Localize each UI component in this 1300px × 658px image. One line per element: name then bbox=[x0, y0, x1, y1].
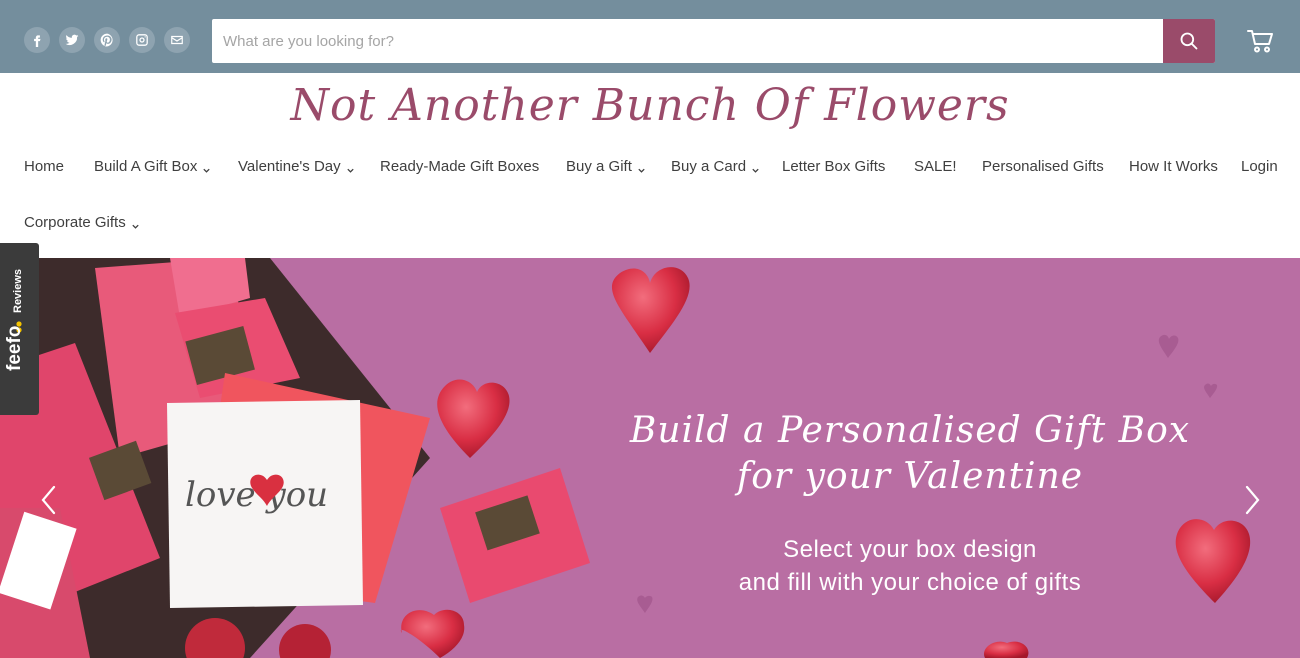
search-button[interactable] bbox=[1163, 19, 1215, 63]
twitter-link[interactable] bbox=[59, 27, 85, 53]
slide-next-button[interactable] bbox=[1240, 483, 1264, 517]
nav-item-corporate-gifts[interactable]: Corporate Gifts bbox=[24, 214, 140, 231]
chevron-left-icon bbox=[41, 485, 56, 515]
nav-item-buy-a-card[interactable]: Buy a Card bbox=[671, 158, 760, 175]
search-bar bbox=[212, 19, 1215, 63]
hero-banner[interactable]: love you Build a Personalised Gift Box f… bbox=[0, 258, 1300, 658]
nav-item-login[interactable]: Login bbox=[1241, 158, 1278, 175]
pinterest-icon bbox=[100, 33, 113, 47]
instagram-link[interactable] bbox=[129, 27, 155, 53]
search-input[interactable] bbox=[212, 19, 1163, 63]
nav-item-label: Ready-Made Gift Boxes bbox=[380, 157, 540, 175]
instagram-icon bbox=[136, 34, 148, 46]
chevron-down-icon bbox=[751, 162, 760, 173]
hero-subtitle-line: and fill with your choice of gifts bbox=[738, 569, 1082, 596]
nav-item-label: How It Works bbox=[1129, 157, 1218, 175]
nav-item-label: Buy a Gift bbox=[566, 157, 632, 175]
nav-item-label: Buy a Card bbox=[671, 157, 747, 175]
hero-title: Build a Personalised Gift Box for your V… bbox=[560, 408, 1260, 500]
email-link[interactable] bbox=[164, 27, 190, 53]
facebook-link[interactable] bbox=[24, 27, 50, 53]
cart-icon[interactable] bbox=[1246, 28, 1274, 54]
chevron-right-icon bbox=[1245, 485, 1260, 515]
facebook-icon bbox=[34, 35, 41, 47]
nav-item-label: Login bbox=[1241, 157, 1278, 175]
hero-subtitle: Select your box design and fill with you… bbox=[560, 533, 1260, 599]
chevron-down-icon bbox=[346, 162, 355, 173]
pinterest-link[interactable] bbox=[94, 27, 120, 53]
chevron-down-icon bbox=[637, 162, 646, 173]
nav-item-personalised-gifts[interactable]: Personalised Gifts bbox=[982, 158, 1104, 175]
slide-prev-button[interactable] bbox=[37, 483, 61, 517]
nav-item-buy-a-gift[interactable]: Buy a Gift bbox=[566, 158, 646, 175]
feefo-reviews-tab[interactable]: Reviews feefo bbox=[0, 243, 39, 415]
hero-title-line: for your Valentine bbox=[736, 456, 1084, 497]
nav-item-ready-made-gift-boxes[interactable]: Ready-Made Gift Boxes bbox=[380, 158, 539, 175]
nav-item-label: Home bbox=[24, 157, 65, 175]
nav-item-label: Personalised Gifts bbox=[982, 157, 1104, 175]
search-icon bbox=[1180, 32, 1198, 50]
nav-item-label: Corporate Gifts bbox=[24, 213, 126, 231]
nav-item-sale[interactable]: SALE! bbox=[914, 158, 957, 175]
feefo-reviews-label: Reviews bbox=[12, 268, 24, 313]
nav-item-build-a-gift-box[interactable]: Build A Gift Box bbox=[94, 158, 211, 175]
nav-item-valentines-day[interactable]: Valentine's Day bbox=[238, 158, 355, 175]
nav-item-label: SALE! bbox=[914, 157, 957, 175]
nav-item-label: Valentine's Day bbox=[238, 157, 341, 175]
chevron-down-icon bbox=[202, 162, 211, 173]
feefo-logo: feefo bbox=[4, 325, 25, 371]
nav-item-label: Build A Gift Box bbox=[94, 157, 198, 175]
hero-subtitle-line: Select your box design bbox=[783, 536, 1037, 563]
twitter-icon bbox=[65, 34, 79, 46]
chevron-down-icon bbox=[131, 218, 140, 229]
email-icon bbox=[171, 35, 183, 45]
top-bar bbox=[0, 0, 1300, 73]
site-logo[interactable]: Not Another Bunch Of Flowers bbox=[0, 80, 1300, 131]
nav-item-letter-box-gifts[interactable]: Letter Box Gifts bbox=[782, 158, 885, 175]
social-links bbox=[24, 27, 190, 53]
nav-item-home[interactable]: Home bbox=[24, 158, 64, 175]
nav-item-how-it-works[interactable]: How It Works bbox=[1129, 158, 1218, 175]
hero-title-line: Build a Personalised Gift Box bbox=[629, 410, 1191, 451]
nav-item-label: Letter Box Gifts bbox=[782, 157, 886, 175]
